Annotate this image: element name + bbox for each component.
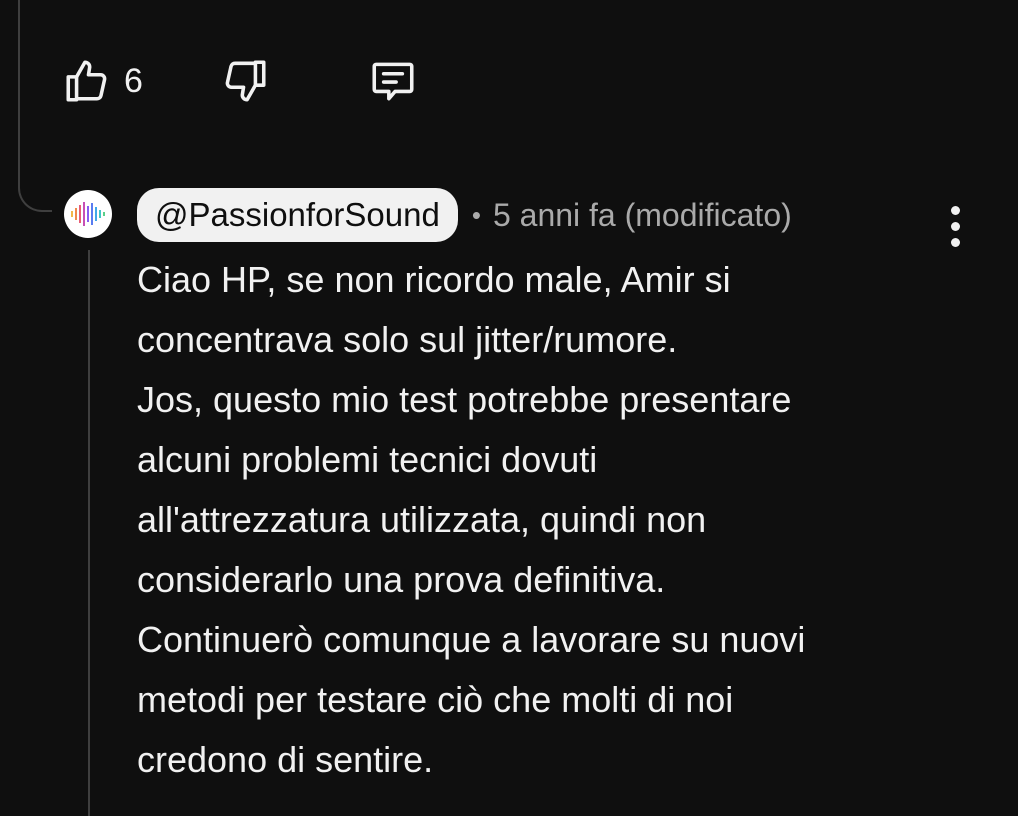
more-actions-button[interactable] [940,200,970,252]
like-count: 6 [124,62,143,100]
like-button[interactable] [62,54,114,108]
comment-action-bar: 6 [62,54,419,108]
comment-line: considerarlo una prova definitiva. [137,559,666,600]
comment-reply-icon [372,62,414,101]
comment-line: metodi per testare ciò che molti di noi [137,679,734,720]
comment-line: credono di sentire. [137,739,434,780]
comment-thread: 6 @PassionforSound • 5 anni fa (modifica… [0,0,1018,816]
thumbs-up-icon [66,60,107,102]
vertical-ellipsis-icon [950,205,960,215]
author-name[interactable]: @PassionforSound [137,188,458,242]
comment-line: Continuerò comunque a lavorare su nuovi [137,619,806,660]
dislike-button[interactable] [219,54,271,108]
comment-line: alcuni problemi tecnici dovuti [137,439,598,480]
avatar[interactable] [64,190,112,238]
reply-button[interactable] [367,54,419,108]
thumbs-down-icon [225,60,266,102]
comment-timestamp[interactable]: 5 anni fa (modificato) [493,197,792,234]
reply-thread-line [88,250,90,816]
comment-text: Ciao HP, se non ricordo male, Amir si co… [137,250,997,790]
thread-connector-line [18,0,52,212]
comment-line: concentrava solo sul jitter/rumore. [137,319,678,360]
comment-header: @PassionforSound • 5 anni fa (modificato… [137,188,792,242]
comment-line: Ciao HP, se non ricordo male, Amir si [137,259,731,300]
comment-line: all'attrezzatura utilizzata, quindi non [137,499,707,540]
separator-dot: • [471,199,481,230]
sound-wave-icon [71,202,105,226]
comment-line: Jos, questo mio test potrebbe presentare [137,379,792,420]
